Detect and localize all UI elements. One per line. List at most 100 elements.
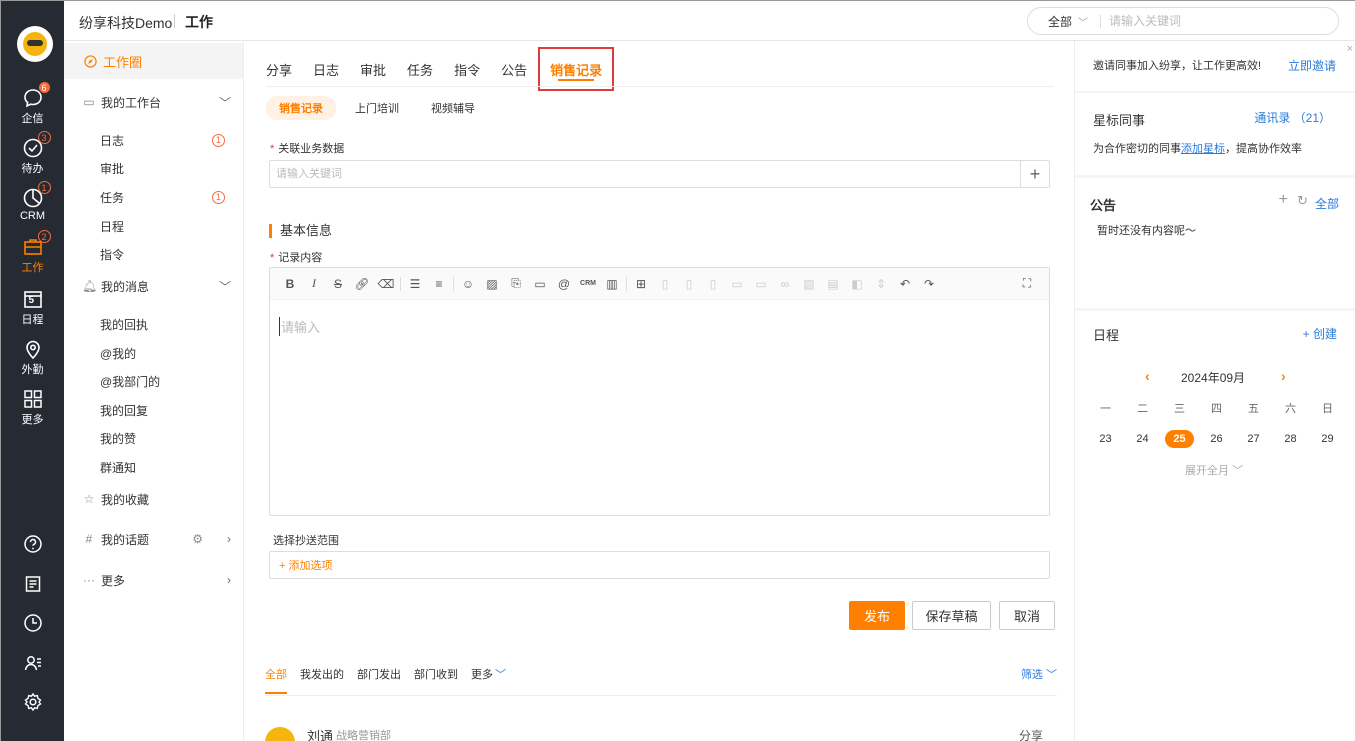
close-icon[interactable]: × bbox=[1347, 43, 1353, 55]
avatar[interactable] bbox=[265, 727, 295, 741]
topic-settings-gear-icon[interactable]: ⚙ bbox=[192, 532, 203, 546]
embed-icon[interactable]: ▭ bbox=[528, 272, 552, 296]
company-name[interactable]: 纷享科技Demo bbox=[79, 13, 172, 33]
filter-button[interactable]: 筛选 ﹀ bbox=[1021, 666, 1057, 682]
pill-sales-record[interactable]: 销售记录 bbox=[266, 96, 336, 120]
rail-item-field[interactable]: 外勤 bbox=[1, 336, 64, 382]
redo-icon[interactable]: ↷ bbox=[917, 272, 941, 296]
tab-approval[interactable]: 审批 bbox=[360, 47, 386, 91]
invite-link[interactable]: 立即邀请 bbox=[1288, 57, 1336, 74]
align-icon[interactable]: ⇕ bbox=[869, 272, 893, 296]
publish-button[interactable]: 发布 bbox=[849, 601, 905, 630]
filter-all[interactable]: 全部 bbox=[265, 666, 287, 694]
document-icon[interactable] bbox=[1, 574, 64, 594]
cc-add-option[interactable]: + 添加选项 bbox=[269, 551, 1050, 579]
calendar-day[interactable]: 23 bbox=[1087, 433, 1124, 445]
italic-icon[interactable]: I bbox=[302, 272, 326, 296]
rail-item-calendar[interactable]: 5 日程 bbox=[1, 286, 64, 332]
tab-instruction[interactable]: 指令 bbox=[454, 47, 480, 91]
help-icon[interactable] bbox=[1, 534, 64, 554]
attachment-icon[interactable]: ⎘ bbox=[504, 272, 528, 296]
calendar-day-today[interactable]: 25 bbox=[1165, 430, 1194, 448]
merge-cells-icon[interactable]: ▯ bbox=[653, 272, 677, 296]
app-logo[interactable] bbox=[17, 26, 53, 62]
pill-onsite-training[interactable]: 上门培训 bbox=[342, 96, 412, 120]
mention-icon[interactable]: @ bbox=[552, 272, 576, 296]
calendar-day[interactable]: 27 bbox=[1235, 433, 1272, 445]
tab-share[interactable]: 分享 bbox=[266, 47, 292, 91]
search-input[interactable] bbox=[1109, 14, 1310, 28]
nav-item-favorites[interactable]: ☆ 我的收藏 bbox=[64, 486, 243, 512]
numbered-list-icon[interactable]: ≡ bbox=[427, 272, 451, 296]
calendar-day[interactable]: 28 bbox=[1272, 433, 1309, 445]
rail-item-crm[interactable]: 1 CRM bbox=[1, 181, 64, 231]
filter-mine[interactable]: 我发出的 bbox=[300, 666, 344, 694]
refresh-icon[interactable]: ↻ bbox=[1297, 193, 1308, 209]
filter-dept-sent[interactable]: 部门发出 bbox=[357, 666, 401, 694]
expand-month-button[interactable]: 展开全月 ﹀ bbox=[1185, 462, 1243, 478]
nav-item-topics[interactable]: # 我的话题 ⚙ › bbox=[64, 526, 243, 552]
rail-item-more[interactable]: 更多 bbox=[1, 386, 64, 432]
eraser-icon[interactable]: ⌫ bbox=[374, 272, 398, 296]
nav-item-at-dept[interactable]: @我部门的 bbox=[64, 368, 243, 394]
table-header-icon[interactable]: ▤ bbox=[821, 272, 845, 296]
nav-item-group-notice[interactable]: 群通知 bbox=[64, 454, 243, 480]
rail-item-todo[interactable]: 3 待办 bbox=[1, 131, 64, 181]
tab-notice[interactable]: 公告 bbox=[501, 47, 527, 91]
next-month-chevron-icon[interactable]: › bbox=[1281, 368, 1286, 384]
nav-item-task[interactable]: 任务 1 bbox=[64, 184, 243, 210]
cancel-button[interactable]: 取消 bbox=[999, 601, 1055, 630]
clock-icon[interactable] bbox=[1, 613, 64, 633]
filter-more[interactable]: 更多 ﹀ bbox=[471, 666, 506, 694]
nav-item-receipts[interactable]: 我的回执 bbox=[64, 311, 243, 337]
nav-item-schedule[interactable]: 日程 bbox=[64, 213, 243, 239]
tab-task[interactable]: 任务 bbox=[407, 47, 433, 91]
bold-icon[interactable]: B bbox=[278, 272, 302, 296]
rail-item-chat[interactable]: 6 企信 bbox=[1, 81, 64, 131]
rich-text-editor[interactable]: B I S 🔗︎ ⌫ ☰ ≡ ☺ ▨ ⎘ ▭ @ CRM ▥ ⊞ ▯ ▯ ▯ ▭… bbox=[269, 267, 1050, 516]
calendar-day[interactable]: 29 bbox=[1309, 433, 1346, 445]
pill-video-coaching[interactable]: 视频辅导 bbox=[418, 96, 488, 120]
fullscreen-icon[interactable]: ⛶ bbox=[1015, 272, 1039, 296]
link-icon[interactable]: 🔗︎ bbox=[350, 272, 374, 296]
split-cells-icon[interactable]: ▯ bbox=[677, 272, 701, 296]
filter-dept-received[interactable]: 部门收到 bbox=[414, 666, 458, 694]
nav-item-more[interactable]: ··· 更多 › bbox=[64, 567, 243, 593]
related-data-input[interactable] bbox=[270, 161, 1020, 187]
contacts-link[interactable]: 通讯录 （21） bbox=[1254, 109, 1331, 126]
nav-item-approval[interactable]: 审批 bbox=[64, 155, 243, 181]
add-notice-icon[interactable]: + bbox=[1279, 191, 1288, 209]
crm-icon[interactable]: CRM bbox=[576, 272, 600, 296]
create-schedule-button[interactable]: + 创建 bbox=[1303, 325, 1337, 342]
prev-month-chevron-icon[interactable]: ‹ bbox=[1145, 368, 1150, 384]
emoji-icon[interactable]: ☺ bbox=[456, 272, 480, 296]
settings-gear-icon[interactable] bbox=[1, 692, 64, 712]
search-scope-select[interactable]: 全部 ﹀ bbox=[1048, 13, 1088, 30]
nav-item-log[interactable]: 日志 1 bbox=[64, 127, 243, 153]
nav-group-workbench[interactable]: ▭ 我的工作台 ﹀ bbox=[64, 89, 243, 115]
delete-row-icon[interactable]: ▭ bbox=[749, 272, 773, 296]
feed-author[interactable]: 刘通 bbox=[307, 726, 333, 741]
calendar-day[interactable]: 24 bbox=[1124, 433, 1161, 445]
cell-color-icon[interactable]: ◧ bbox=[845, 272, 869, 296]
notice-all-link[interactable]: 全部 bbox=[1315, 195, 1339, 212]
bullet-list-icon[interactable]: ☰ bbox=[403, 272, 427, 296]
calendar-day[interactable]: 26 bbox=[1198, 433, 1235, 445]
contacts-icon[interactable] bbox=[1, 653, 64, 673]
unlink-icon[interactable]: ∞ bbox=[773, 272, 797, 296]
add-star-link[interactable]: 添加星标 bbox=[1181, 143, 1225, 155]
image-icon[interactable]: ▨ bbox=[480, 272, 504, 296]
nav-item-replies[interactable]: 我的回复 bbox=[64, 397, 243, 423]
rail-item-work[interactable]: 2 工作 bbox=[1, 230, 64, 280]
nav-item-at-me[interactable]: @我的 bbox=[64, 340, 243, 366]
insert-row-icon[interactable]: ▭ bbox=[725, 272, 749, 296]
tab-sales-record[interactable]: 销售记录 bbox=[538, 47, 615, 91]
delete-column-icon[interactable]: ▯ bbox=[701, 272, 725, 296]
save-draft-button[interactable]: 保存草稿 bbox=[912, 601, 991, 630]
chart-icon[interactable]: ▥ bbox=[600, 272, 624, 296]
table-image-icon[interactable]: ▨ bbox=[797, 272, 821, 296]
nav-item-likes[interactable]: 我的赞 bbox=[64, 425, 243, 451]
nav-group-messages[interactable]: 🔔︎ 我的消息 ﹀ bbox=[64, 273, 243, 299]
add-related-button[interactable]: + bbox=[1020, 161, 1049, 187]
nav-item-instruction[interactable]: 指令 bbox=[64, 241, 243, 267]
